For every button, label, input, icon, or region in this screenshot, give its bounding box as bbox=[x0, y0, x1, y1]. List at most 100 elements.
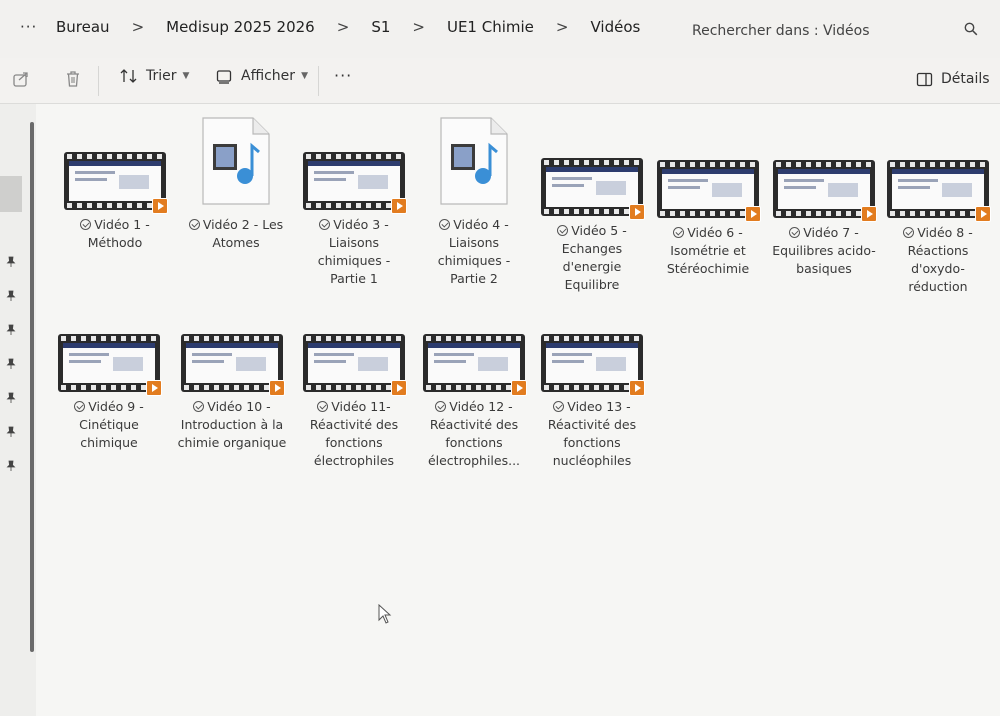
file-item-video-2[interactable]: Vidéo 2 - Les Atomes bbox=[176, 116, 296, 252]
file-item-video-7[interactable]: Vidéo 7 - Equilibres acido-basiques bbox=[764, 160, 884, 278]
file-item-video-10[interactable]: Vidéo 10 - Introduction à la chimie orga… bbox=[172, 334, 292, 452]
sort-label: Trier bbox=[146, 68, 177, 84]
breadcrumb-s1[interactable]: S1 bbox=[371, 18, 390, 36]
synced-check-icon bbox=[673, 227, 685, 238]
video-thumbnail bbox=[541, 334, 645, 396]
play-badge-icon bbox=[511, 380, 527, 396]
play-badge-icon bbox=[629, 204, 645, 220]
video-thumbnail bbox=[657, 160, 761, 222]
file-name: Vidéo 9 - Cinétique chimique bbox=[79, 399, 144, 450]
media-file-icon bbox=[440, 117, 508, 205]
pin-icon bbox=[6, 392, 16, 403]
play-badge-icon bbox=[629, 380, 645, 396]
breadcrumb-separator[interactable]: > bbox=[337, 18, 350, 36]
play-badge-icon bbox=[391, 380, 407, 396]
synced-check-icon bbox=[553, 401, 565, 412]
view-label: Afficher bbox=[241, 68, 296, 84]
file-item-video-11[interactable]: Vidéo 11- Réactivité des fonctions élect… bbox=[294, 334, 414, 470]
pin-icon bbox=[6, 426, 16, 437]
more-locations-button[interactable]: ··· bbox=[20, 18, 37, 36]
play-badge-icon bbox=[146, 380, 162, 396]
file-name: Vidéo 8 - Réactions d'oxydo-réduction bbox=[907, 225, 973, 294]
pin-icon bbox=[6, 324, 16, 335]
breadcrumb-bureau[interactable]: Bureau bbox=[56, 18, 110, 36]
media-file-icon bbox=[202, 117, 270, 205]
command-bar: Trier ▼ Afficher ▼ ··· Détails bbox=[0, 58, 1000, 104]
synced-check-icon bbox=[317, 401, 329, 412]
pin-icon bbox=[6, 460, 16, 471]
video-thumbnail bbox=[541, 158, 645, 220]
file-name: Vidéo 1 - Méthodo bbox=[87, 217, 150, 250]
file-item-video-6[interactable]: Vidéo 6 - Isométrie et Stéréochimie bbox=[648, 160, 768, 278]
breadcrumb-separator[interactable]: > bbox=[132, 18, 145, 36]
synced-check-icon bbox=[188, 219, 200, 230]
chevron-down-icon: ▼ bbox=[301, 71, 308, 81]
synced-check-icon bbox=[74, 401, 86, 412]
nav-scrollbar[interactable] bbox=[30, 122, 34, 652]
toolbar-divider bbox=[318, 66, 319, 96]
play-badge-icon bbox=[861, 206, 877, 222]
synced-check-icon bbox=[439, 219, 451, 230]
synced-check-icon bbox=[319, 219, 331, 230]
navigation-pane bbox=[0, 104, 36, 716]
file-view: Vidéo 1 - Méthodo Vidéo 2 - Les Atomes V… bbox=[40, 104, 1000, 716]
synced-check-icon bbox=[80, 219, 92, 230]
synced-check-icon bbox=[435, 401, 447, 412]
breadcrumb: Bureau > Medisup 2025 2026 > S1 > UE1 Ch… bbox=[56, 18, 640, 36]
play-badge-icon bbox=[269, 380, 285, 396]
view-button[interactable]: Afficher ▼ bbox=[216, 68, 308, 84]
video-thumbnail bbox=[64, 152, 168, 214]
file-item-video-13[interactable]: Video 13 - Réactivité des fonctions nucl… bbox=[532, 334, 652, 470]
search-icon[interactable] bbox=[964, 22, 978, 36]
search-input[interactable]: Rechercher dans : Vidéos bbox=[672, 12, 994, 50]
file-item-video-3[interactable]: Vidéo 3 - Liaisons chimiques - Partie 1 bbox=[294, 152, 414, 288]
details-label: Détails bbox=[941, 71, 990, 87]
breadcrumb-videos[interactable]: Vidéos bbox=[590, 18, 640, 36]
video-thumbnail bbox=[181, 334, 285, 396]
file-item-video-1[interactable]: Vidéo 1 - Méthodo bbox=[55, 152, 175, 252]
file-item-video-12[interactable]: Vidéo 12 - Réactivité des fonctions élec… bbox=[414, 334, 534, 470]
pin-icon bbox=[6, 256, 16, 267]
video-thumbnail bbox=[303, 152, 407, 214]
toolbar-divider bbox=[98, 66, 99, 96]
file-item-video-4[interactable]: Vidéo 4 - Liaisons chimiques - Partie 2 bbox=[414, 116, 534, 288]
video-thumbnail bbox=[773, 160, 877, 222]
view-icon bbox=[216, 69, 232, 84]
breadcrumb-ue1-chimie[interactable]: UE1 Chimie bbox=[447, 18, 534, 36]
sort-icon bbox=[120, 69, 137, 83]
video-thumbnail bbox=[58, 334, 162, 396]
synced-check-icon bbox=[903, 227, 915, 238]
synced-check-icon bbox=[557, 225, 569, 236]
synced-check-icon bbox=[193, 401, 205, 412]
file-item-video-9[interactable]: Vidéo 9 - Cinétique chimique bbox=[49, 334, 169, 452]
video-thumbnail bbox=[423, 334, 527, 396]
video-thumbnail bbox=[887, 160, 991, 222]
details-pane-icon bbox=[916, 72, 933, 86]
delete-icon[interactable] bbox=[64, 69, 82, 89]
synced-check-icon bbox=[789, 227, 801, 238]
video-thumbnail bbox=[303, 334, 407, 396]
chevron-down-icon: ▼ bbox=[182, 71, 190, 81]
mouse-cursor-icon bbox=[378, 604, 392, 624]
breadcrumb-medisup[interactable]: Medisup 2025 2026 bbox=[166, 18, 315, 36]
play-badge-icon bbox=[391, 198, 407, 214]
file-item-video-5[interactable]: Vidéo 5 - Echanges d'energie Equilibre bbox=[532, 158, 652, 294]
breadcrumb-separator[interactable]: > bbox=[556, 18, 569, 36]
play-badge-icon bbox=[152, 198, 168, 214]
breadcrumb-separator[interactable]: > bbox=[412, 18, 425, 36]
nav-selected-item[interactable] bbox=[0, 176, 22, 212]
search-placeholder: Rechercher dans : Vidéos bbox=[692, 23, 870, 39]
file-item-video-8[interactable]: Vidéo 8 - Réactions d'oxydo-réduction bbox=[878, 160, 998, 296]
play-badge-icon bbox=[745, 206, 761, 222]
pin-icon bbox=[6, 290, 16, 301]
pin-icon bbox=[6, 358, 16, 369]
file-name: Vidéo 2 - Les Atomes bbox=[202, 217, 284, 250]
file-name: Vidéo 5 - Echanges d'energie Equilibre bbox=[561, 223, 627, 292]
details-button[interactable]: Détails bbox=[916, 71, 990, 87]
more-options-button[interactable]: ··· bbox=[334, 66, 352, 85]
sort-button[interactable]: Trier ▼ bbox=[120, 68, 189, 84]
address-bar: ··· Bureau > Medisup 2025 2026 > S1 > UE… bbox=[0, 0, 1000, 58]
share-icon[interactable] bbox=[12, 70, 30, 88]
play-badge-icon bbox=[975, 206, 991, 222]
file-name: Vidéo 7 - Equilibres acido-basiques bbox=[772, 225, 876, 276]
